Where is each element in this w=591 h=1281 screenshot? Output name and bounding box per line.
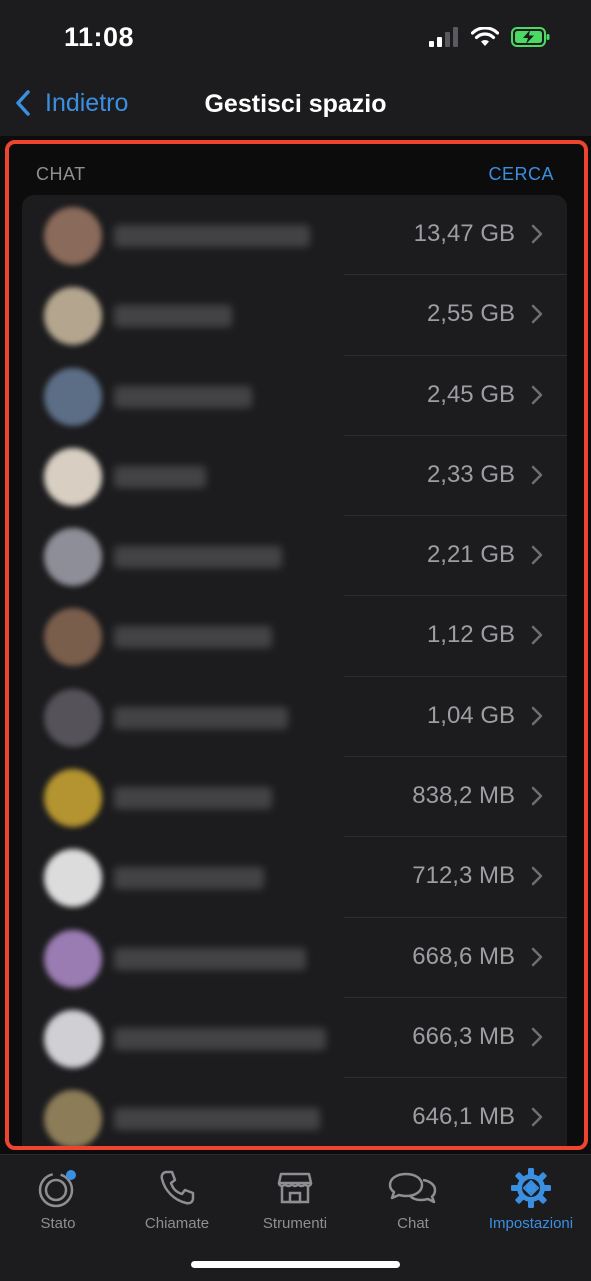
chat-storage-size: 2,33 GB xyxy=(426,460,515,488)
tab-label: Chat xyxy=(397,1215,429,1232)
chat-list: 13,47 GB 2,55 GB 2,45 GB 2,33 GB 2,21 GB 1,12… xyxy=(22,195,567,1150)
chevron-right-icon xyxy=(531,947,543,966)
chevron-right-icon xyxy=(531,1108,543,1127)
avatar xyxy=(44,608,102,667)
section-header-chat: CHAT xyxy=(36,164,86,184)
chat-row[interactable]: 13,47 GB xyxy=(22,195,567,276)
chevron-right-icon xyxy=(531,545,543,565)
chat-name-redacted xyxy=(114,787,272,810)
chat-storage-size: 1,12 GB xyxy=(426,621,515,649)
chat-storage-size: 2,55 GB xyxy=(426,300,515,328)
battery-charging-icon xyxy=(511,27,550,47)
chevron-right-icon xyxy=(531,385,543,404)
chat-storage-size: 2,45 GB xyxy=(426,380,515,408)
chat-row[interactable]: 1,12 GB xyxy=(22,596,567,678)
chat-name-redacted xyxy=(114,626,272,649)
chat-row[interactable]: 2,55 GB xyxy=(22,275,567,356)
chat-row[interactable]: 2,45 GB xyxy=(22,356,567,437)
tab-label: Impostazioni xyxy=(488,1215,574,1232)
navigation-bar: Indietro Gestisci spazio xyxy=(0,80,591,136)
status-time: 11:08 xyxy=(64,22,135,52)
avatar xyxy=(44,447,102,506)
chat-storage-size: 2,21 GB xyxy=(426,541,515,569)
chat-name-redacted xyxy=(114,465,206,488)
chat-storage-size: 13,47 GB xyxy=(413,220,515,247)
search-button[interactable]: CERCA xyxy=(488,164,554,185)
chevron-right-icon xyxy=(531,465,543,485)
chevron-right-icon xyxy=(531,305,543,324)
status-icons xyxy=(429,26,551,48)
chat-name-redacted xyxy=(114,546,282,569)
chat-name-redacted xyxy=(114,385,252,408)
phone-icon xyxy=(160,1170,195,1205)
page-title: Gestisci spazio xyxy=(204,90,387,118)
tab-chiamate[interactable]: Chiamate xyxy=(122,1165,232,1232)
tab-chat[interactable]: Chat xyxy=(358,1165,468,1232)
chevron-right-icon xyxy=(531,626,543,645)
tab-label: Chiamate xyxy=(144,1215,210,1232)
wifi-icon xyxy=(471,27,499,46)
store-icon xyxy=(277,1172,313,1204)
cellular-signal-icon xyxy=(429,27,458,47)
status-icon xyxy=(38,1170,76,1208)
avatar xyxy=(44,849,102,908)
chevron-right-icon xyxy=(531,1027,543,1047)
chat-bubbles-icon xyxy=(388,1172,437,1204)
chat-name-redacted xyxy=(114,706,288,729)
chevron-right-icon xyxy=(531,867,543,886)
tab-impostazioni[interactable]: Impostazioni xyxy=(476,1165,586,1232)
avatar xyxy=(44,688,102,747)
status-bar: 11:08 xyxy=(0,0,591,80)
chat-row[interactable]: 668,6 MB xyxy=(22,918,567,999)
chat-name-redacted xyxy=(114,225,310,247)
avatar xyxy=(44,367,102,426)
chevron-right-icon xyxy=(531,786,543,806)
home-indicator xyxy=(191,1261,400,1268)
chat-name-redacted xyxy=(114,947,306,970)
chat-storage-size: 838,2 MB xyxy=(412,782,515,810)
chat-storage-size: 668,6 MB xyxy=(412,942,515,970)
chat-name-redacted xyxy=(114,1108,320,1131)
tab-label: Stato xyxy=(40,1215,76,1232)
avatar xyxy=(44,207,102,265)
tab-label: Strumenti xyxy=(262,1215,328,1232)
chat-name-redacted xyxy=(114,305,232,328)
avatar xyxy=(44,929,102,988)
chat-name-redacted xyxy=(114,1027,326,1050)
avatar xyxy=(44,1090,102,1149)
chat-storage-size: 666,3 MB xyxy=(412,1022,515,1050)
avatar xyxy=(44,528,102,587)
tab-strumenti[interactable]: Strumenti xyxy=(240,1165,350,1232)
chevron-right-icon xyxy=(531,224,543,244)
chevron-right-icon xyxy=(531,706,543,726)
chat-row[interactable]: 646,1 MB xyxy=(22,1078,567,1150)
chat-row[interactable]: 712,3 MB xyxy=(22,837,567,918)
avatar xyxy=(44,769,102,828)
chat-storage-size: 712,3 MB xyxy=(412,862,515,890)
tab-stato[interactable]: Stato xyxy=(3,1165,113,1232)
avatar xyxy=(44,1009,102,1068)
gear-icon xyxy=(511,1168,551,1208)
chat-row[interactable]: 838,2 MB xyxy=(22,757,567,838)
chat-row[interactable]: 2,21 GB xyxy=(22,516,567,597)
chat-storage-size: 646,1 MB xyxy=(412,1103,515,1131)
chat-name-redacted xyxy=(114,867,264,890)
avatar xyxy=(44,287,102,346)
chat-row[interactable]: 2,33 GB xyxy=(22,436,567,517)
chat-storage-size: 1,04 GB xyxy=(426,701,515,729)
chat-row[interactable]: 1,04 GB xyxy=(22,677,567,758)
chat-row[interactable]: 666,3 MB xyxy=(22,998,567,1079)
